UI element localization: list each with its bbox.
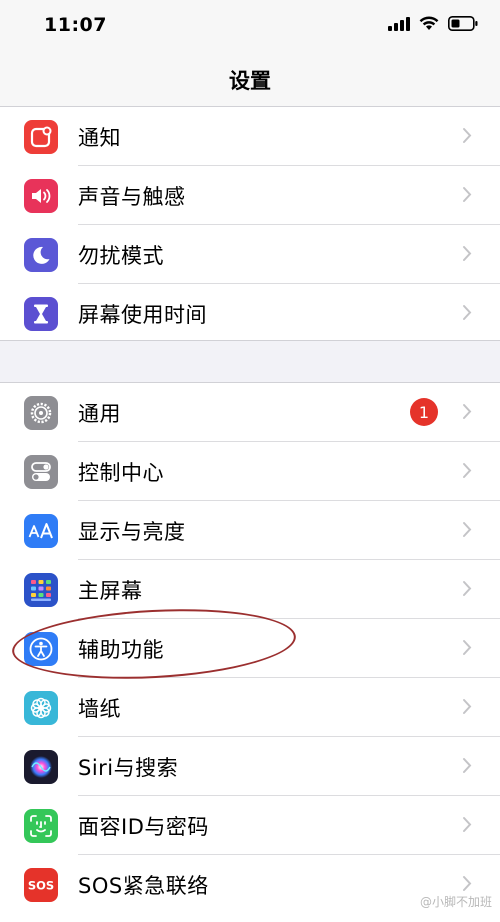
cellular-signal-icon	[388, 16, 410, 35]
navigation-bar: 设置	[0, 50, 500, 107]
chevron-right-icon	[462, 580, 472, 601]
status-icons	[388, 16, 478, 35]
chevron-right-icon	[462, 304, 472, 325]
chevron-right-icon	[462, 245, 472, 266]
status-time: 11:07	[44, 14, 107, 36]
siri-icon	[24, 750, 58, 784]
row-label: 面容ID与密码	[78, 815, 209, 839]
page-title: 设置	[229, 69, 271, 93]
chevron-right-icon	[462, 521, 472, 542]
text-size-icon	[24, 514, 58, 548]
accessibility-icon	[24, 632, 58, 666]
moon-icon	[24, 238, 58, 272]
gear-icon	[24, 396, 58, 430]
wifi-icon	[419, 16, 439, 35]
chevron-right-icon	[462, 698, 472, 719]
row-label: 主屏幕	[78, 579, 143, 603]
settings-group-2: 通用 1 控制中心 显示与亮度 主屏幕 辅助功能 墙纸 Siri与搜索 面容ID…	[0, 382, 500, 922]
wallpaper-flower-icon	[24, 691, 58, 725]
settings-row-siri-search[interactable]: Siri与搜索	[0, 737, 500, 796]
face-id-icon	[24, 809, 58, 843]
settings-row-notifications[interactable]: 通知	[0, 107, 500, 166]
settings-row-sounds-haptics[interactable]: 声音与触感	[0, 166, 500, 225]
hourglass-icon	[24, 297, 58, 331]
settings-row-control-center[interactable]: 控制中心	[0, 442, 500, 501]
row-label: 显示与亮度	[78, 520, 186, 544]
chevron-right-icon	[462, 816, 472, 837]
settings-row-face-id-passcode[interactable]: 面容ID与密码	[0, 796, 500, 855]
speaker-icon	[24, 179, 58, 213]
chevron-right-icon	[462, 186, 472, 207]
notification-badge: 1	[410, 398, 438, 426]
battery-icon	[448, 16, 478, 35]
toggles-icon	[24, 455, 58, 489]
notification-icon	[24, 120, 58, 154]
settings-row-screen-time[interactable]: 屏幕使用时间	[0, 284, 500, 343]
sos-icon: SOS	[24, 868, 58, 902]
chevron-right-icon	[462, 639, 472, 660]
chevron-right-icon	[462, 462, 472, 483]
chevron-right-icon	[462, 403, 472, 424]
watermark-text: @小脚不加班	[419, 895, 492, 909]
row-label: 声音与触感	[78, 185, 186, 209]
settings-row-wallpaper[interactable]: 墙纸	[0, 678, 500, 737]
settings-row-do-not-disturb[interactable]: 勿扰模式	[0, 225, 500, 284]
row-label: 控制中心	[78, 461, 164, 485]
row-label: 墙纸	[78, 697, 121, 721]
settings-row-home-screen[interactable]: 主屏幕	[0, 560, 500, 619]
chevron-right-icon	[462, 757, 472, 778]
row-label: 勿扰模式	[78, 244, 164, 268]
chevron-right-icon	[462, 127, 472, 148]
settings-row-accessibility[interactable]: 辅助功能	[0, 619, 500, 678]
settings-row-general[interactable]: 通用 1	[0, 383, 500, 442]
row-label: Siri与搜索	[78, 756, 179, 780]
row-label: SOS紧急联络	[78, 874, 209, 898]
row-label: 通知	[78, 126, 121, 150]
home-screen-grid-icon	[24, 573, 58, 607]
status-bar: 11:07	[0, 0, 500, 50]
svg-text:SOS: SOS	[28, 879, 54, 893]
row-label: 屏幕使用时间	[78, 303, 207, 327]
settings-group-1: 通知 声音与触感 勿扰模式 屏幕使用时间	[0, 107, 500, 341]
row-label: 辅助功能	[78, 638, 164, 662]
row-label: 通用	[78, 402, 121, 426]
settings-row-display-brightness[interactable]: 显示与亮度	[0, 501, 500, 560]
